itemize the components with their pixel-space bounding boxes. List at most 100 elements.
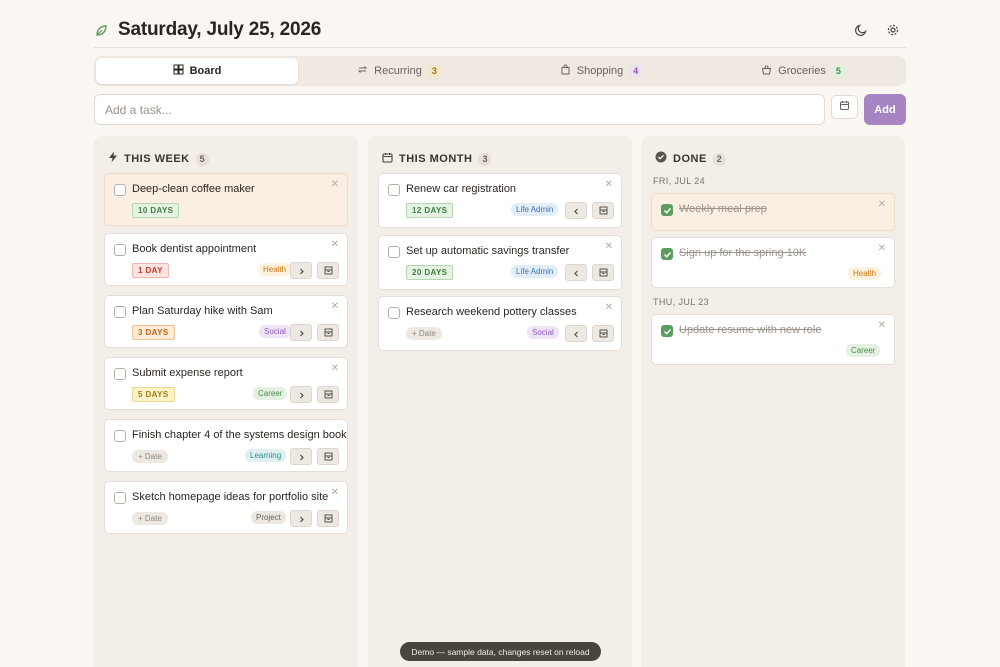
done-card[interactable]: Weekly meal prep ✕ bbox=[651, 193, 895, 231]
tab-board[interactable]: Board bbox=[96, 58, 298, 84]
tag-badge: Career bbox=[253, 387, 288, 400]
tag-badge: Life Admin bbox=[511, 265, 559, 278]
task-title: Book dentist appointment bbox=[132, 243, 257, 255]
basket-icon bbox=[761, 64, 772, 78]
move-left-button[interactable] bbox=[565, 202, 587, 219]
task-card[interactable]: Book dentist appointment ✕ 1 DAY Health bbox=[104, 233, 348, 286]
move-right-button[interactable] bbox=[290, 448, 312, 465]
close-icon[interactable]: ✕ bbox=[605, 303, 613, 313]
task-checkbox[interactable] bbox=[388, 184, 400, 196]
column-count: 2 bbox=[712, 152, 726, 166]
task-input[interactable] bbox=[94, 94, 825, 125]
column-title: THIS WEEK bbox=[124, 153, 190, 165]
task-checkbox[interactable] bbox=[661, 325, 673, 337]
close-icon[interactable]: ✕ bbox=[605, 242, 613, 252]
task-card[interactable]: Renew car registration ✕ 12 DAYS Life Ad… bbox=[378, 173, 622, 228]
close-icon[interactable]: ✕ bbox=[878, 321, 886, 331]
task-checkbox[interactable] bbox=[388, 307, 400, 319]
task-card[interactable]: Plan Saturday hike with Sam ✕ 3 DAYS Soc… bbox=[104, 295, 348, 348]
move-right-button[interactable] bbox=[290, 324, 312, 341]
tab-shopping[interactable]: Shopping 4 bbox=[500, 58, 702, 84]
task-checkbox[interactable] bbox=[114, 244, 126, 256]
tab-label: Groceries bbox=[778, 65, 826, 77]
add-task-button[interactable]: Add bbox=[864, 94, 906, 125]
gear-icon[interactable] bbox=[882, 19, 904, 41]
close-icon[interactable]: ✕ bbox=[331, 364, 339, 374]
archive-button[interactable] bbox=[317, 386, 339, 403]
archive-icon bbox=[324, 324, 333, 342]
task-checkbox[interactable] bbox=[388, 246, 400, 258]
tab-label: Board bbox=[189, 65, 222, 77]
chevron-right-icon bbox=[298, 262, 305, 280]
move-right-button[interactable] bbox=[290, 386, 312, 403]
tab-label: Recurring bbox=[374, 65, 422, 77]
task-title: Submit expense report bbox=[132, 367, 243, 379]
task-checkbox[interactable] bbox=[114, 306, 126, 318]
tab-count: 5 bbox=[831, 64, 845, 78]
close-icon[interactable]: ✕ bbox=[878, 244, 886, 254]
task-checkbox[interactable] bbox=[114, 492, 126, 504]
task-checkbox[interactable] bbox=[114, 368, 126, 380]
archive-button[interactable] bbox=[317, 510, 339, 527]
date-picker-button[interactable] bbox=[831, 95, 858, 119]
archive-button[interactable] bbox=[317, 448, 339, 465]
task-card[interactable]: Research weekend pottery classes ✕ + Dat… bbox=[378, 296, 622, 351]
task-card[interactable]: Set up automatic savings transfer ✕ 20 D… bbox=[378, 235, 622, 290]
archive-icon bbox=[324, 448, 333, 466]
task-checkbox[interactable] bbox=[661, 204, 673, 216]
column-header: THIS MONTH 3 bbox=[382, 150, 492, 168]
tag-badge: Life Admin bbox=[511, 203, 559, 216]
close-icon[interactable]: ✕ bbox=[331, 180, 339, 190]
archive-button[interactable] bbox=[317, 262, 339, 279]
archive-icon bbox=[324, 386, 333, 404]
task-checkbox[interactable] bbox=[114, 184, 126, 196]
repeat-icon bbox=[357, 64, 368, 78]
due-badge: 1 DAY bbox=[132, 263, 169, 278]
task-title: Sketch homepage ideas for portfolio site bbox=[132, 491, 329, 503]
task-card[interactable]: Finish chapter 4 of the systems design b… bbox=[104, 419, 348, 472]
close-icon[interactable]: ✕ bbox=[331, 240, 339, 250]
bag-icon bbox=[560, 64, 571, 78]
task-title: Set up automatic savings transfer bbox=[406, 245, 570, 257]
move-left-button[interactable] bbox=[565, 325, 587, 342]
close-icon[interactable]: ✕ bbox=[605, 180, 613, 190]
task-title: Weekly meal prep bbox=[679, 203, 767, 215]
tab-recurring[interactable]: Recurring 3 bbox=[298, 58, 500, 84]
moon-icon[interactable] bbox=[850, 19, 872, 41]
archive-button[interactable] bbox=[592, 264, 614, 281]
tag-badge: Health bbox=[848, 267, 882, 280]
add-date-chip[interactable]: + Date bbox=[132, 450, 168, 463]
tab-label: Shopping bbox=[576, 65, 624, 77]
chevron-right-icon bbox=[298, 386, 305, 404]
close-icon[interactable]: ✕ bbox=[331, 488, 339, 498]
archive-button[interactable] bbox=[592, 202, 614, 219]
board-icon bbox=[173, 64, 184, 78]
move-left-button[interactable] bbox=[565, 264, 587, 281]
add-date-chip[interactable]: + Date bbox=[406, 327, 442, 340]
close-icon[interactable]: ✕ bbox=[878, 200, 886, 210]
tab-groceries[interactable]: Groceries 5 bbox=[702, 58, 904, 84]
calendar-icon bbox=[839, 98, 850, 116]
task-checkbox[interactable] bbox=[661, 248, 673, 260]
column-title: THIS MONTH bbox=[399, 153, 473, 165]
add-date-chip[interactable]: + Date bbox=[132, 512, 168, 525]
task-card[interactable]: Sketch homepage ideas for portfolio site… bbox=[104, 481, 348, 534]
done-card[interactable]: Update resume with new role ✕ Career bbox=[651, 314, 895, 365]
task-checkbox[interactable] bbox=[114, 430, 126, 442]
demo-toast: Demo — sample data, changes reset on rel… bbox=[400, 642, 601, 661]
task-card[interactable]: Submit expense report ✕ 5 DAYS Career bbox=[104, 357, 348, 410]
archive-button[interactable] bbox=[317, 324, 339, 341]
column-count: 5 bbox=[195, 152, 209, 166]
done-card[interactable]: Sign up for the spring 10K ✕ Health bbox=[651, 237, 895, 288]
archive-icon bbox=[599, 264, 608, 282]
column-this-month: THIS MONTH 3 Renew car registration ✕ 12… bbox=[368, 136, 632, 667]
archive-button[interactable] bbox=[592, 325, 614, 342]
move-right-button[interactable] bbox=[290, 510, 312, 527]
close-icon[interactable]: ✕ bbox=[331, 302, 339, 312]
column-count: 3 bbox=[478, 152, 492, 166]
header-left: Saturday, July 25, 2026 bbox=[94, 19, 321, 41]
move-right-button[interactable] bbox=[290, 262, 312, 279]
lightning-icon bbox=[108, 150, 118, 168]
due-badge: 3 DAYS bbox=[132, 325, 175, 340]
task-card[interactable]: Deep-clean coffee maker ✕ 10 DAYS bbox=[104, 173, 348, 226]
